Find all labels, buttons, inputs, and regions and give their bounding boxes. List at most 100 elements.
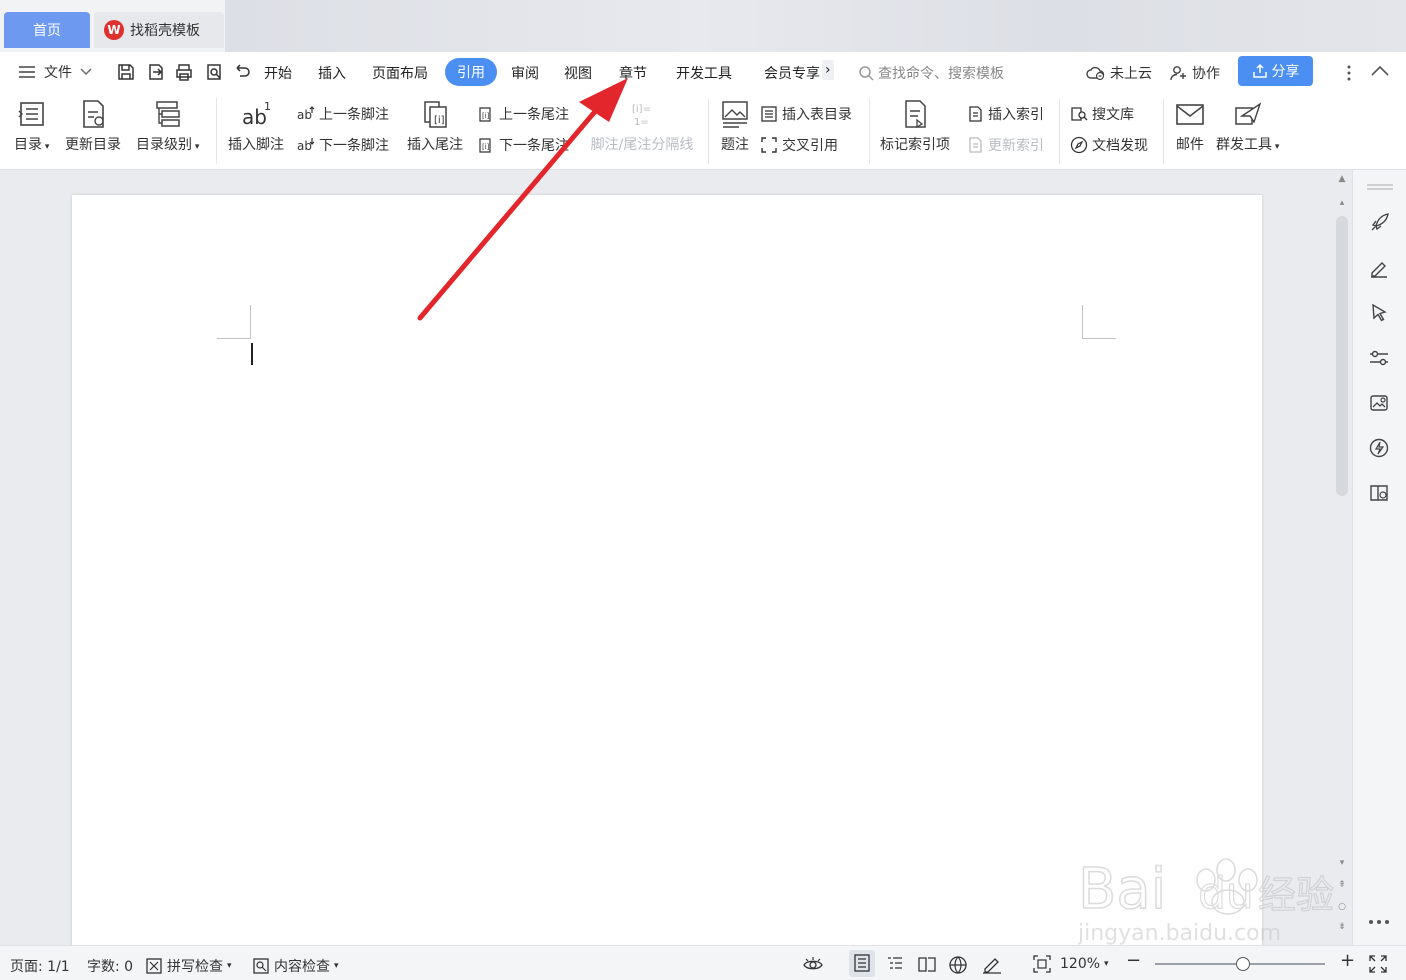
svg-text:ab: ab xyxy=(297,108,312,122)
sliders-icon[interactable] xyxy=(1368,347,1390,369)
insert-index-button[interactable]: 插入索引 xyxy=(966,104,1044,124)
cloud-label: 未上云 xyxy=(1110,66,1152,82)
pen-icon[interactable] xyxy=(1368,257,1390,279)
mail-button[interactable]: 邮件 xyxy=(1174,92,1206,154)
next-endnote-label: 下一条尾注 xyxy=(499,138,569,154)
mark-index-button[interactable]: 标记索引项 xyxy=(880,92,950,154)
content-check-button[interactable]: 内容检查 ▾ xyxy=(252,956,339,976)
menu-more-chevron-icon[interactable]: › xyxy=(822,60,834,80)
collapse-ribbon-icon[interactable] xyxy=(1370,65,1390,77)
file-menu[interactable]: 文件 xyxy=(18,62,92,82)
scrollbar-thumb[interactable] xyxy=(1336,216,1348,496)
command-search[interactable]: 查找命令、搜索模板 xyxy=(858,63,1004,83)
print-preview-icon[interactable] xyxy=(204,62,224,82)
more-horizontal-icon[interactable] xyxy=(1368,918,1390,926)
cursor-icon[interactable] xyxy=(1368,302,1390,324)
prev-footnote-label: 上一条脚注 xyxy=(319,107,389,123)
print-icon[interactable] xyxy=(174,62,194,82)
chevron-down-icon xyxy=(80,68,92,75)
mail-icon xyxy=(1176,104,1204,125)
menu-chapter[interactable]: 章节 xyxy=(619,63,647,83)
collab-label: 协作 xyxy=(1192,66,1220,82)
next-footnote-button[interactable]: ab 下一条脚注 xyxy=(297,135,389,155)
rocket-icon[interactable] xyxy=(1368,212,1390,234)
prev-footnote-button[interactable]: ab 上一条脚注 xyxy=(297,104,389,124)
toc-level-button[interactable]: 目录级别 ▾ xyxy=(136,92,199,154)
vertical-scrollbar[interactable]: ▲ ▴ ▾ ⇞ ○ ⇟ xyxy=(1334,174,1350,940)
lightning-icon[interactable] xyxy=(1368,437,1390,459)
update-toc-label: 更新目录 xyxy=(65,137,121,153)
scroll-top-icon[interactable]: ▲ xyxy=(1336,174,1348,184)
zoom-dropdown[interactable]: 120% ▾ xyxy=(1060,956,1109,972)
insert-endnote-button[interactable]: [i] 插入尾注 xyxy=(407,92,463,154)
save-icon[interactable] xyxy=(116,62,136,82)
page-count[interactable]: 页面: 1/1 xyxy=(10,956,70,976)
mass-send-button[interactable]: 群发工具 ▾ xyxy=(1216,92,1279,154)
toc-label: 目录 xyxy=(14,137,42,153)
caption-button[interactable]: 题注 xyxy=(719,92,751,154)
menu-review[interactable]: 审阅 xyxy=(511,63,539,83)
table-toc-icon xyxy=(761,106,777,122)
compass-icon xyxy=(1070,136,1088,154)
toc-button[interactable]: 目录 ▾ xyxy=(14,92,49,154)
menu-member[interactable]: 会员专享 xyxy=(764,63,822,83)
outline-view-icon[interactable] xyxy=(886,955,904,973)
blurred-tab-area xyxy=(225,0,1406,52)
baidu-watermark: Bai du 经验 jingyan.baidu.com xyxy=(1077,830,1338,950)
spell-check-button[interactable]: 拼写检查 ▾ xyxy=(145,956,232,976)
menu-insert[interactable]: 插入 xyxy=(318,63,346,83)
export-icon[interactable] xyxy=(146,62,166,82)
undo-icon[interactable] xyxy=(232,62,252,82)
word-count[interactable]: 字数: 0 xyxy=(87,956,133,976)
write-mode-icon[interactable] xyxy=(981,954,1003,974)
prev-endnote-button[interactable]: [i] 上一条尾注 xyxy=(477,104,569,124)
share-button[interactable]: 分享 xyxy=(1238,56,1313,86)
cross-ref-icon xyxy=(761,137,777,153)
sidebar-grip-icon xyxy=(1367,184,1393,190)
doc-discover-button[interactable]: 文档发现 xyxy=(1070,135,1148,155)
menu-page-layout[interactable]: 页面布局 xyxy=(372,63,428,83)
menu-developer[interactable]: 开发工具 xyxy=(676,63,732,83)
fit-page-icon[interactable] xyxy=(1032,954,1052,974)
page-view-button[interactable] xyxy=(849,950,875,977)
collab-button[interactable]: 协作 xyxy=(1170,63,1220,83)
insert-endnote-label: 插入尾注 xyxy=(407,137,463,153)
status-bar: 页面: 1/1 字数: 0 拼写检查 ▾ 内容检查 ▾ 120% ▾ − + xyxy=(0,945,1406,980)
ribbon-separator xyxy=(869,98,870,164)
zoom-value: 120% xyxy=(1060,956,1101,972)
web-view-icon[interactable] xyxy=(948,955,968,975)
document-workspace xyxy=(0,170,1352,955)
zoom-out-icon[interactable]: − xyxy=(1126,950,1141,971)
reading-view-icon[interactable] xyxy=(917,955,937,973)
scroll-up-icon[interactable]: ▴ xyxy=(1336,198,1348,208)
tab-home[interactable]: 首页 xyxy=(4,12,90,48)
image-tool-icon[interactable] xyxy=(1368,392,1390,414)
book-icon[interactable] xyxy=(1368,482,1390,504)
tab-template-label: 找稻壳模板 xyxy=(130,23,200,39)
more-vertical-icon[interactable] xyxy=(1343,64,1355,82)
svg-text:[i]=: [i]= xyxy=(632,104,651,115)
right-sidebar xyxy=(1352,170,1406,945)
zoom-in-icon[interactable]: + xyxy=(1340,950,1355,971)
update-toc-button[interactable]: 更新目录 xyxy=(65,92,121,154)
search-library-button[interactable]: 搜文库 xyxy=(1070,104,1134,124)
text-cursor xyxy=(251,343,253,365)
next-endnote-button[interactable]: [i] 下一条尾注 xyxy=(477,135,569,155)
send-tool-icon xyxy=(1234,102,1261,125)
note-separator-label: 脚注/尾注分隔线 xyxy=(590,137,694,153)
menu-view[interactable]: 视图 xyxy=(564,63,592,83)
menu-start[interactable]: 开始 xyxy=(264,63,292,83)
insert-footnote-button[interactable]: ab 1 插入脚注 xyxy=(228,92,284,154)
prev-footnote-icon: ab xyxy=(297,106,315,122)
tab-template[interactable]: W 找稻壳模板 xyxy=(94,12,224,48)
tab-home-label: 首页 xyxy=(33,23,61,39)
toc-level-icon xyxy=(155,101,180,127)
cross-ref-button[interactable]: 交叉引用 xyxy=(760,135,838,155)
menu-references[interactable]: 引用 xyxy=(445,58,497,86)
zoom-slider-knob[interactable] xyxy=(1236,957,1251,971)
share-icon xyxy=(1252,63,1267,78)
fullscreen-icon[interactable] xyxy=(1368,954,1388,974)
insert-table-toc-button[interactable]: 插入表目录 xyxy=(760,104,852,124)
eye-protection-icon[interactable] xyxy=(802,954,824,974)
cloud-status[interactable]: 未上云 xyxy=(1086,63,1152,83)
